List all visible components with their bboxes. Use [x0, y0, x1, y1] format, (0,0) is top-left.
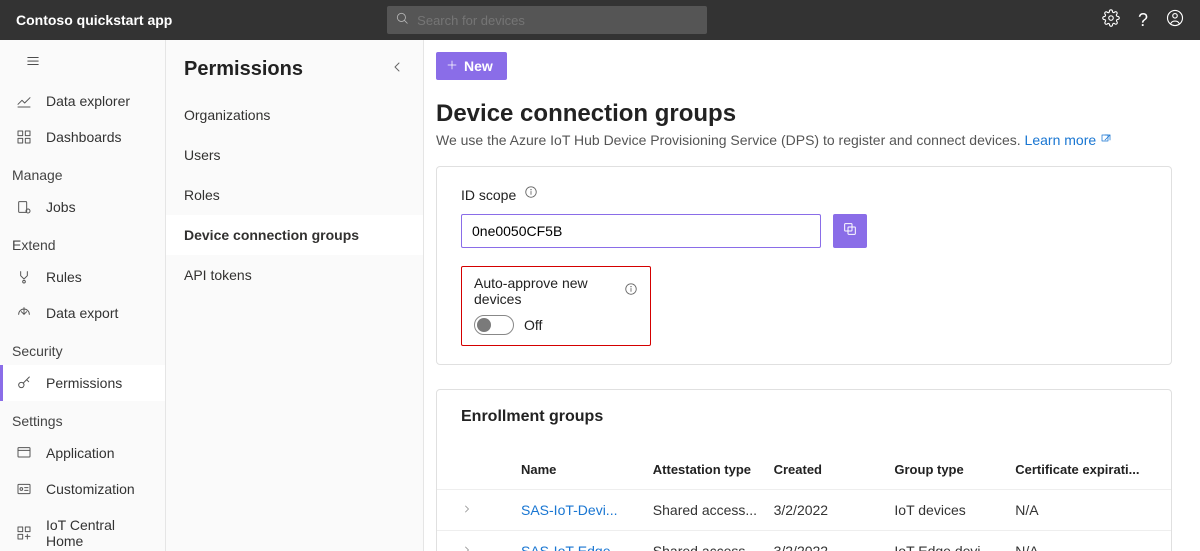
chart-icon [16, 93, 32, 109]
app-icon [16, 445, 32, 461]
page-subtitle: We use the Azure IoT Hub Device Provisio… [436, 132, 1200, 148]
nav-rules[interactable]: Rules [0, 259, 165, 295]
row-grouptype: IoT devices [894, 502, 1015, 518]
search-box[interactable] [387, 6, 707, 34]
sub-nav: Permissions Organizations Users Roles De… [166, 40, 424, 551]
nav-customization[interactable]: Customization [0, 471, 165, 507]
subnav-roles[interactable]: Roles [166, 175, 423, 215]
nav-data-explorer[interactable]: Data explorer [0, 83, 165, 119]
connection-card: ID scope Auto-approve new devices Off [436, 166, 1172, 365]
subnav-api-tokens[interactable]: API tokens [166, 255, 423, 295]
col-certexp: Certificate expirati... [1015, 462, 1147, 477]
row-name-link[interactable]: SAS-IoT-Edge... [521, 543, 653, 551]
search-icon [395, 11, 409, 30]
table-row[interactable]: SAS-IoT-Edge... Shared access... 3/2/202… [437, 530, 1171, 551]
search-input[interactable] [417, 13, 707, 28]
row-attestation: Shared access... [653, 543, 774, 551]
col-created: Created [774, 462, 895, 477]
id-scope-label: ID scope [461, 187, 516, 203]
gear-icon[interactable] [1102, 9, 1120, 32]
nav-label: Application [46, 445, 115, 461]
menu-toggle-icon[interactable] [0, 42, 165, 83]
row-certexp: N/A [1015, 502, 1147, 518]
nav-application[interactable]: Application [0, 435, 165, 471]
subnav-device-connection-groups[interactable]: Device connection groups [166, 215, 423, 255]
row-name-link[interactable]: SAS-IoT-Devi... [521, 502, 653, 518]
account-icon[interactable] [1166, 9, 1184, 32]
table-row[interactable]: SAS-IoT-Devi... Shared access... 3/2/202… [437, 489, 1171, 530]
nav-label: IoT Central Home [46, 517, 149, 549]
primary-nav: Data explorer Dashboards Manage Jobs Ext… [0, 40, 166, 551]
nav-section-extend: Extend [0, 225, 165, 259]
row-created: 3/2/2022 [774, 502, 895, 518]
auto-approve-label: Auto-approve new devices [474, 275, 616, 307]
help-icon[interactable]: ? [1138, 10, 1148, 31]
subnav-title: Permissions [184, 58, 303, 81]
nav-dashboards[interactable]: Dashboards [0, 119, 165, 155]
new-button-label: New [464, 58, 493, 74]
plus-icon [446, 58, 458, 74]
nav-data-export[interactable]: Data export [0, 295, 165, 331]
enrollment-groups-title: Enrollment groups [461, 408, 1171, 426]
nav-jobs[interactable]: Jobs [0, 189, 165, 225]
col-grouptype: Group type [894, 462, 1015, 477]
nav-label: Permissions [46, 375, 122, 391]
jobs-icon [16, 199, 32, 215]
learn-more-link[interactable]: Learn more [1025, 132, 1112, 148]
row-grouptype: IoT Edge devi... [894, 543, 1015, 551]
enrollment-table: Name Attestation type Created Group type… [437, 450, 1171, 551]
subnav-organizations[interactable]: Organizations [166, 95, 423, 135]
page-title: Device connection groups [436, 100, 1200, 128]
collapse-chevron-icon[interactable] [389, 59, 405, 80]
toggle-state-label: Off [524, 317, 542, 333]
new-button[interactable]: New [436, 52, 507, 80]
nav-section-settings: Settings [0, 401, 165, 435]
nav-label: Jobs [46, 199, 76, 215]
row-attestation: Shared access... [653, 502, 774, 518]
top-bar: Contoso quickstart app ? [0, 0, 1200, 40]
row-certexp: N/A [1015, 543, 1147, 551]
auto-approve-toggle[interactable] [474, 315, 514, 335]
nav-label: Rules [46, 269, 82, 285]
customize-icon [16, 481, 32, 497]
enrollment-card: Enrollment groups Name Attestation type … [436, 389, 1172, 551]
grid-icon [16, 129, 32, 145]
nav-label: Data explorer [46, 93, 130, 109]
nav-permissions[interactable]: Permissions [0, 365, 165, 401]
subnav-users[interactable]: Users [166, 135, 423, 175]
nav-label: Data export [46, 305, 118, 321]
export-icon [16, 305, 32, 321]
home-icon [16, 525, 32, 541]
app-name: Contoso quickstart app [16, 12, 172, 28]
col-name: Name [521, 462, 653, 477]
expand-chevron-icon[interactable] [461, 543, 521, 551]
expand-chevron-icon[interactable] [461, 502, 521, 518]
copy-icon [842, 221, 858, 242]
external-link-icon [1100, 132, 1112, 148]
id-scope-input[interactable] [461, 214, 821, 248]
info-icon[interactable] [524, 185, 538, 204]
row-created: 3/2/2022 [774, 543, 895, 551]
nav-section-security: Security [0, 331, 165, 365]
info-icon[interactable] [624, 282, 638, 301]
key-icon [16, 375, 32, 391]
nav-label: Customization [46, 481, 135, 497]
main-content: New Device connection groups We use the … [424, 40, 1200, 551]
copy-button[interactable] [833, 214, 867, 248]
nav-iot-central-home[interactable]: IoT Central Home [0, 507, 165, 551]
nav-section-manage: Manage [0, 155, 165, 189]
rules-icon [16, 269, 32, 285]
col-attestation: Attestation type [653, 462, 774, 477]
auto-approve-highlight: Auto-approve new devices Off [461, 266, 651, 346]
nav-label: Dashboards [46, 129, 122, 145]
